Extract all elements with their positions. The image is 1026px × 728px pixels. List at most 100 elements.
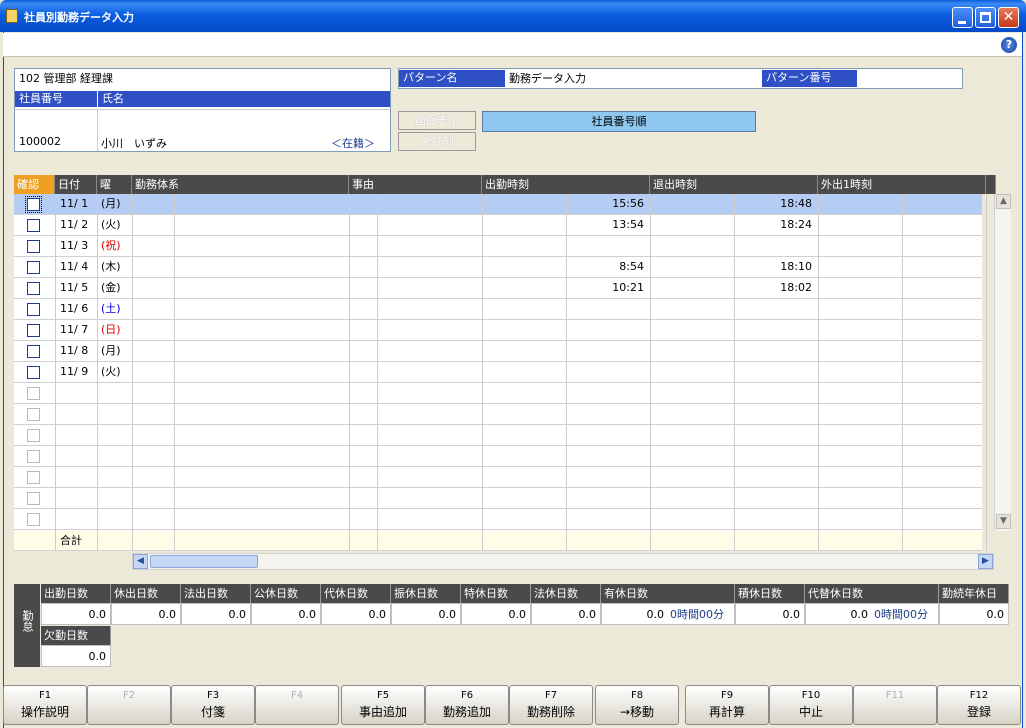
clock-in-cell[interactable]: 13:54 [566,215,648,235]
table-row[interactable] [14,425,987,446]
fkey-f5[interactable]: F5 事由追加 [341,685,425,725]
employee-id: 100002 [19,135,61,148]
table-row[interactable] [14,467,987,488]
table-row[interactable]: 11/ 1 (月) 15:56 18:48 [14,194,987,215]
absence-days-value[interactable]: 0.0 [41,645,111,667]
vertical-scrollbar[interactable]: ▲ ▼ [994,194,1011,531]
clock-in-cell[interactable]: 10:21 [566,278,648,298]
unstamped-button[interactable]: 未打刻 [398,132,476,151]
summary-value[interactable]: 0.0 [321,603,391,625]
scroll-up-icon[interactable]: ▲ [996,194,1011,209]
app-icon [6,9,18,23]
clock-out-cell[interactable]: 18:24 [734,215,816,235]
clock-in-cell[interactable]: 8:54 [566,257,648,277]
fkey-number: F5 [376,690,390,701]
summary-value[interactable]: 0.0 [735,603,805,625]
confirm-checkbox[interactable] [27,261,40,274]
date-cell: 11/ 6 [60,302,89,315]
confirm-checkbox[interactable] [27,219,40,232]
table-row[interactable]: 11/ 6 (土) [14,299,987,320]
clock-out-header: 退出時刻 [650,175,818,194]
horizontal-scroll-thumb[interactable] [150,555,258,568]
table-row[interactable] [14,488,987,509]
confirm-checkbox[interactable] [27,303,40,316]
scroll-left-icon[interactable]: ◀ [133,554,148,569]
date-cell: 11/ 9 [60,365,89,378]
summary-value[interactable]: 0.0 [939,603,1009,625]
summary-value[interactable]: 0.0 [41,603,111,625]
horizontal-scrollbar[interactable]: ◀ ▶ [132,553,994,570]
sort-order-label[interactable]: 社員番号順 [482,111,756,132]
fkey-f3[interactable]: F3 付箋 [171,685,255,725]
scroll-down-icon[interactable]: ▼ [996,514,1011,529]
fkey-label: 操作説明 [20,705,69,719]
confirm-checkbox[interactable] [27,324,40,337]
table-row[interactable] [14,383,987,404]
fkey-f8[interactable]: F8 →移動 [595,685,679,725]
clock-in-cell[interactable]: 15:56 [566,194,648,214]
table-row[interactable]: 11/ 3 (祝) [14,236,987,257]
pattern-name-value[interactable]: 勤務データ入力 [509,70,586,87]
confirm-checkbox [27,387,40,400]
confirm-checkbox[interactable] [25,196,42,213]
fkey-f12[interactable]: F12 登録 [937,685,1021,725]
employee-status: ＜在籍＞ [331,137,375,150]
summary-value[interactable]: 0.0 [251,603,321,625]
fkey-f10[interactable]: F10 中止 [769,685,853,725]
table-row[interactable]: 11/ 5 (金) 10:21 18:02 [14,278,987,299]
confirm-checkbox[interactable] [27,366,40,379]
scroll-right-icon[interactable]: ▶ [978,554,993,569]
close-button[interactable]: ✕ [998,7,1019,28]
table-row[interactable]: 11/ 2 (火) 13:54 18:24 [14,215,987,236]
minimize-icon [958,21,966,24]
employee-name: 小川 いずみ [101,137,167,150]
help-icon[interactable]: ? [1001,37,1017,53]
fkey-number: F6 [460,690,474,701]
fkey-f4[interactable]: F4 [255,685,339,725]
table-row[interactable] [14,404,987,425]
summary-value[interactable]: 0.0 0時間00分 [805,603,939,625]
clock-out-cell[interactable]: 18:02 [734,278,816,298]
fkey-f1[interactable]: F1 操作説明 [3,685,87,725]
pattern-name-label: パターン名 [399,70,505,87]
confirm-checkbox[interactable] [27,345,40,358]
dow-cell: (火) [101,365,121,378]
fkey-f11[interactable]: F11 [853,685,937,725]
summary-header: 振休日数 [391,584,461,603]
table-row[interactable]: 11/ 7 (日) [14,320,987,341]
summary-value[interactable]: 0.0 [111,603,181,625]
maximize-button[interactable] [975,7,996,28]
summary-header: 公休日数 [251,584,321,603]
summary-value[interactable]: 0.0 [181,603,251,625]
clock-out-cell[interactable]: 18:48 [734,194,816,214]
fkey-f6[interactable]: F6 勤務追加 [425,685,509,725]
fkey-label: →移動 [619,705,655,719]
summary-value[interactable]: 0.0 [391,603,461,625]
fkey-f9[interactable]: F9 再計算 [685,685,769,725]
screen-display-button[interactable]: 画面表示 [398,111,476,130]
fkey-f2[interactable]: F2 [87,685,171,725]
summary-value[interactable]: 0.0 [531,603,601,625]
summary-value[interactable]: 0.0 0時間00分 [601,603,735,625]
summary-value[interactable]: 0.0 [461,603,531,625]
fkey-number: F11 [885,690,905,701]
summary-header: 代替休日数 [805,584,939,603]
employee-id-header: 社員番号 [15,91,97,107]
title-bar[interactable] [0,0,1026,32]
table-row[interactable] [14,509,987,530]
minimize-button[interactable] [952,7,973,28]
table-row[interactable]: 11/ 9 (火) [14,362,987,383]
table-row[interactable] [14,446,987,467]
fkey-number: F10 [801,690,821,701]
confirm-checkbox[interactable] [27,282,40,295]
fkey-f7[interactable]: F7 勤務削除 [509,685,593,725]
clock-out-cell[interactable]: 18:10 [734,257,816,277]
table-row[interactable]: 11/ 4 (木) 8:54 18:10 [14,257,987,278]
dow-cell: (月) [101,197,121,210]
summary-header: 積休日数 [735,584,805,603]
confirm-checkbox[interactable] [27,240,40,253]
table-row[interactable]: 11/ 8 (月) [14,341,987,362]
close-icon: ✕ [1002,9,1015,25]
confirm-checkbox [27,471,40,484]
grid-body: 11/ 1 (月) 15:56 18:48 11/ 2 (火) 13:54 18:24 11/ … [0,194,1000,554]
